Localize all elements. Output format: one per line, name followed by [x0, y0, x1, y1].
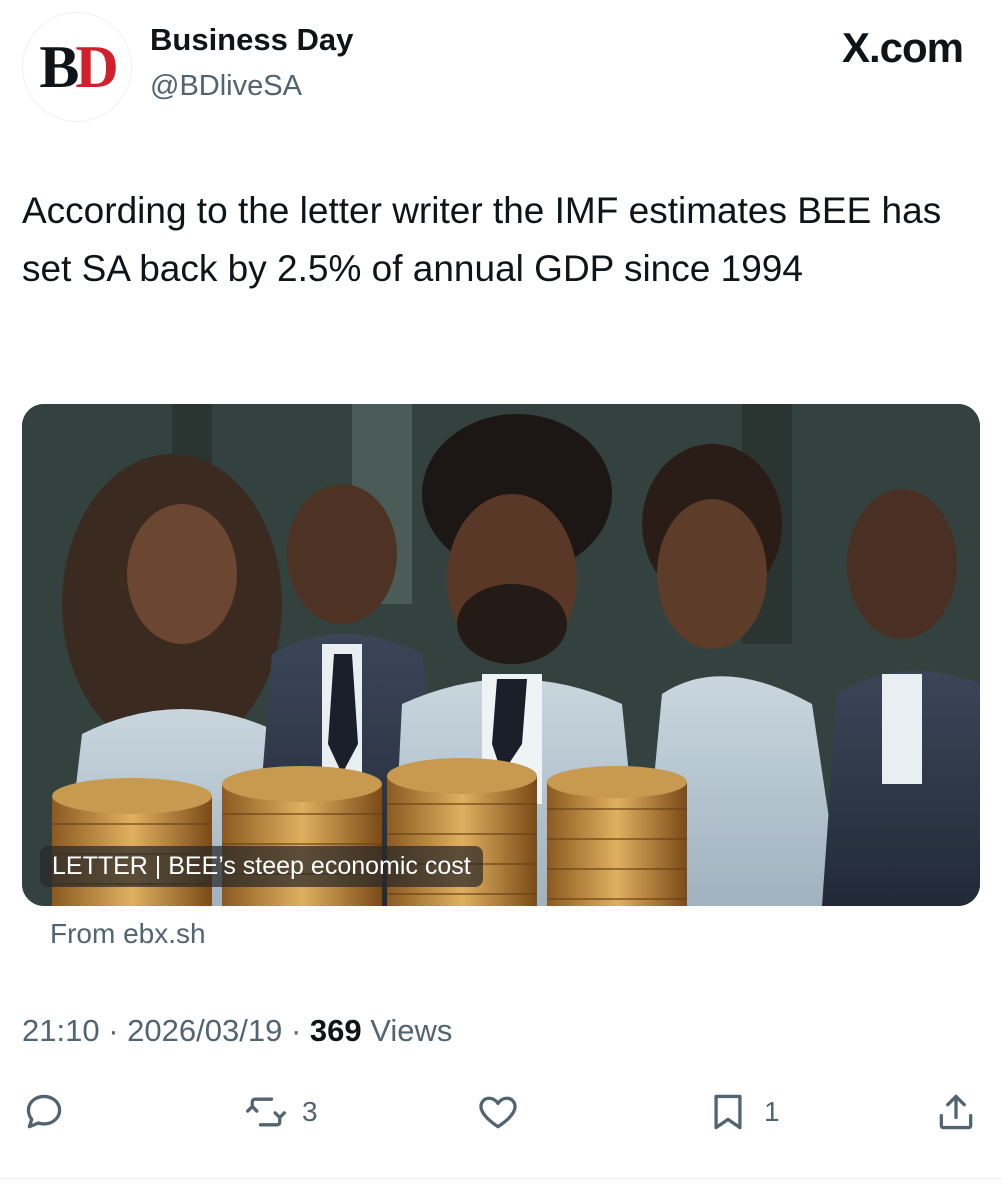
- card-title-label: LETTER | BEE’s steep economic cost: [40, 846, 483, 887]
- share-button[interactable]: [934, 1090, 978, 1134]
- views-count: 369: [309, 1013, 362, 1048]
- author-handle[interactable]: @BDliveSA: [150, 70, 302, 103]
- bookmark-icon: [714, 1094, 742, 1130]
- repost-button[interactable]: 3: [244, 1090, 318, 1134]
- meta-separator: ·: [290, 1013, 302, 1048]
- tweet-date[interactable]: 2026/03/19: [127, 1013, 282, 1048]
- tweet-meta: 21:10 · 2026/03/19 · 369 Views: [22, 1013, 452, 1049]
- repost-count: 3: [302, 1096, 318, 1127]
- link-card[interactable]: LETTER | BEE’s steep economic cost: [22, 404, 980, 906]
- views-label: Views: [370, 1013, 453, 1048]
- author-name[interactable]: Business Day: [150, 22, 353, 58]
- reply-icon: [26, 1094, 62, 1129]
- reply-button[interactable]: [22, 1090, 66, 1134]
- repost-icon: [246, 1097, 286, 1127]
- bookmark-count: 1: [764, 1096, 780, 1127]
- bd-logo: BD: [39, 34, 118, 100]
- action-bar: 3 1: [22, 1090, 982, 1140]
- avatar[interactable]: BD: [22, 12, 132, 122]
- divider: [0, 1178, 1003, 1179]
- card-image: [22, 404, 980, 906]
- heart-icon: [479, 1096, 517, 1129]
- link-source[interactable]: From ebx.sh: [50, 918, 206, 950]
- share-icon: [939, 1094, 973, 1130]
- tweet-text: According to the letter writer the IMF e…: [22, 190, 942, 289]
- tweet-time[interactable]: 21:10: [22, 1013, 100, 1048]
- meta-separator: ·: [108, 1013, 119, 1048]
- x-com-watermark: X.com: [841, 24, 964, 71]
- like-button[interactable]: [476, 1090, 520, 1134]
- bookmark-button[interactable]: 1: [706, 1090, 780, 1134]
